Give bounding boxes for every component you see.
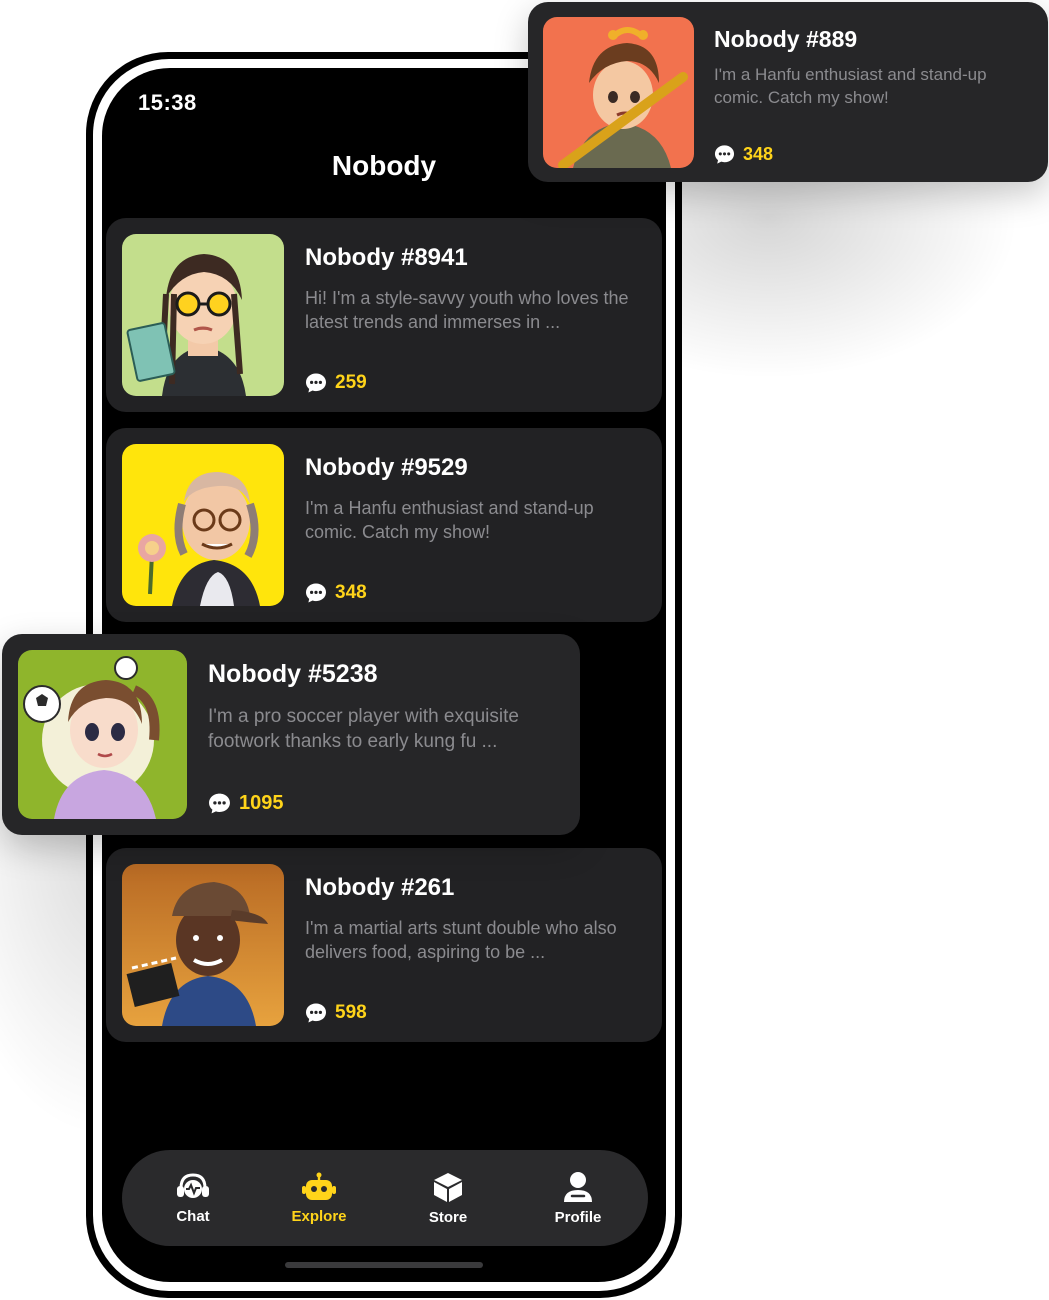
character-avatar: [543, 17, 694, 168]
character-avatar: [18, 650, 187, 819]
character-description: I'm a pro soccer player with exquisite f…: [208, 706, 519, 753]
character-avatar: [122, 234, 284, 396]
character-card[interactable]: Nobody #261 I'm a martial arts stunt dou…: [106, 848, 662, 1042]
character-card-highlighted[interactable]: Nobody #5238 I'm a pro soccer player wit…: [2, 634, 580, 835]
chat-bubble-icon: [305, 582, 327, 604]
home-indicator: [285, 1262, 483, 1268]
bottom-tab-bar: Chat Explore Store Profile: [122, 1150, 648, 1246]
canvas: 15:38 Nobody Nobody #8941 Hi! I'm a styl…: [0, 0, 1049, 1300]
tab-label: Explore: [291, 1207, 347, 1225]
status-bar-time: 15:38: [138, 90, 197, 115]
character-description: I'm a Hanfu enthusiast and stand-up comi…: [305, 498, 594, 543]
tab-chat[interactable]: Chat: [138, 1150, 248, 1246]
tab-label: Store: [428, 1208, 468, 1226]
chat-bubble-icon: [305, 1002, 327, 1024]
character-name: Nobody #261: [305, 874, 455, 901]
character-avatar: [122, 864, 284, 1026]
character-description: I'm a Hanfu enthusiast and stand-up comi…: [714, 65, 987, 107]
chat-bubble-icon: [714, 144, 735, 165]
tab-label: Profile: [554, 1208, 602, 1226]
character-name: Nobody #889: [714, 26, 858, 52]
tab-label: Chat: [176, 1207, 210, 1225]
cube-box-icon: [429, 1171, 467, 1203]
chat-bubble-icon: [305, 372, 327, 394]
message-count-row: 259: [305, 372, 367, 394]
character-name: Nobody #8941: [305, 244, 468, 271]
message-count-row: 348: [714, 144, 773, 165]
message-count: 348: [743, 144, 774, 164]
character-description: I'm a martial arts stunt double who also…: [305, 918, 617, 963]
chat-bubble-icon: [208, 792, 231, 815]
message-count-row: 1095: [208, 792, 284, 815]
message-count: 1095: [239, 792, 284, 814]
character-avatar: [122, 444, 284, 606]
person-icon: [559, 1171, 597, 1203]
message-count: 348: [335, 582, 367, 603]
message-count-row: 598: [305, 1002, 367, 1024]
message-count: 598: [335, 1002, 367, 1023]
character-card[interactable]: Nobody #9529 I'm a Hanfu enthusiast and …: [106, 428, 662, 622]
message-count-row: 348: [305, 582, 367, 604]
character-name: Nobody #9529: [305, 454, 468, 481]
tab-explore[interactable]: Explore: [264, 1150, 374, 1246]
character-name: Nobody #5238: [208, 660, 378, 688]
robot-icon: [300, 1172, 338, 1202]
message-count: 259: [335, 372, 367, 393]
character-description: Hi! I'm a style-savvy youth who loves th…: [305, 288, 629, 333]
character-card[interactable]: Nobody #8941 Hi! I'm a style-savvy youth…: [106, 218, 662, 412]
tab-store[interactable]: Store: [393, 1150, 503, 1246]
tab-profile[interactable]: Profile: [523, 1150, 633, 1246]
headset-chat-icon: [174, 1172, 212, 1202]
featured-character-card[interactable]: Nobody #889 I'm a Hanfu enthusiast and s…: [528, 2, 1048, 182]
